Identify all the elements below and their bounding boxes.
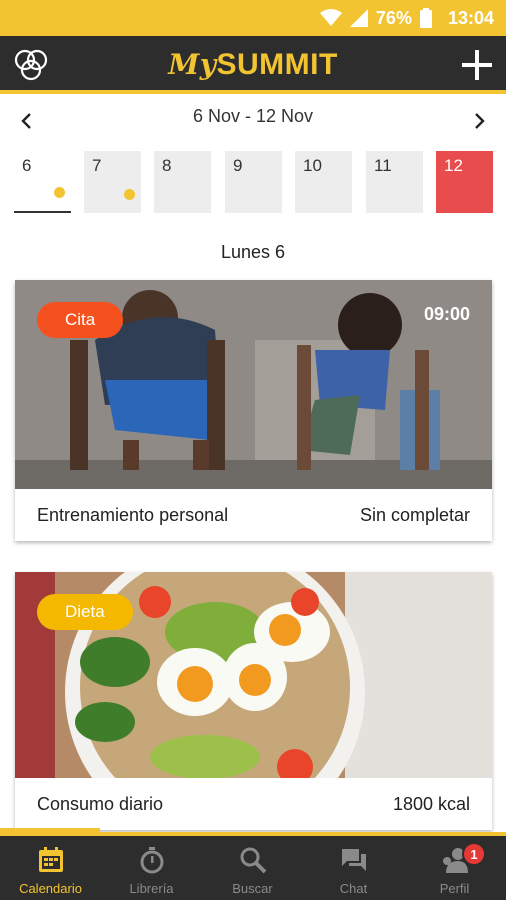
day-strip: 6 7 8 9 10 11 12 — [14, 151, 494, 215]
nav-item-chat[interactable]: Chat — [303, 836, 404, 900]
chat-icon — [341, 849, 366, 871]
nav-label: Librería — [129, 881, 174, 896]
diet-tag: Dieta — [37, 594, 133, 630]
day-cell-6[interactable]: 6 — [14, 151, 71, 213]
wifi-icon — [319, 9, 342, 26]
day-number: 10 — [303, 156, 322, 175]
progress-indicator — [0, 828, 100, 832]
day-cell-11[interactable]: 11 — [366, 151, 423, 213]
nav-item-calendar[interactable]: Calendario — [0, 836, 101, 900]
appointment-card[interactable]: Cita 09:00 Entrenamiento personal Sin co… — [15, 280, 492, 541]
chevron-right-icon[interactable] — [468, 110, 490, 132]
add-icon[interactable] — [460, 48, 494, 82]
nav-label: Buscar — [232, 881, 273, 896]
week-range: 6 Nov - 12 Nov — [192, 106, 314, 126]
selected-day-title: Lunes 6 — [220, 242, 286, 262]
brand-name: SUMMIT — [216, 48, 338, 81]
event-dot — [124, 189, 135, 200]
day-cell-9[interactable]: 9 — [225, 151, 282, 213]
day-cell-7[interactable]: 7 — [84, 151, 141, 213]
appointment-title: Entrenamiento personal — [37, 504, 229, 525]
bottom-navigation: Calendario Librería Buscar Chat 1 Perfil — [0, 828, 506, 900]
nav-item-search[interactable]: Buscar — [202, 836, 303, 900]
notification-badge: 1 — [462, 842, 486, 866]
nav-item-library[interactable]: Librería — [101, 836, 202, 900]
day-cell-8[interactable]: 8 — [154, 151, 211, 213]
nav-label: Perfil — [439, 881, 470, 896]
status-bar: 76% 13:04 — [0, 0, 506, 36]
nav-label: Calendario — [19, 881, 82, 896]
appointment-status: Sin completar — [359, 504, 470, 525]
day-cell-12[interactable]: 12 — [436, 151, 493, 213]
day-number: 8 — [162, 156, 172, 175]
stopwatch-icon — [140, 847, 163, 874]
card-footer: Entrenamiento personal Sin completar — [15, 489, 492, 541]
event-dot — [54, 187, 65, 198]
day-number: 9 — [233, 156, 243, 175]
diet-calories: 1800 kcal — [392, 793, 470, 814]
day-number: 11 — [374, 156, 392, 175]
brand-prefix: My — [168, 48, 217, 81]
day-number: 12 — [444, 156, 463, 175]
app-bar: MySUMMIT — [0, 36, 506, 94]
signal-icon — [349, 9, 368, 27]
appointment-time: 09:00 — [423, 304, 470, 324]
calendar-icon — [38, 847, 63, 872]
diet-card[interactable]: Dieta Consumo diario 1800 kcal — [15, 572, 492, 830]
nav-label: Chat — [339, 881, 368, 896]
search-icon — [240, 847, 266, 874]
nav-item-profile[interactable]: 1 Perfil — [404, 836, 505, 900]
brand-logo: MySUMMIT — [0, 48, 506, 82]
status-time: 13:04 — [447, 7, 494, 28]
day-cell-10[interactable]: 10 — [295, 151, 352, 213]
week-navigator: 6 Nov - 12 Nov — [0, 98, 506, 142]
battery-icon — [419, 8, 432, 28]
card-footer: Consumo diario 1800 kcal — [15, 778, 492, 830]
battery-percentage: 76% — [375, 7, 412, 28]
day-number: 7 — [92, 156, 102, 175]
appointment-tag: Cita — [37, 302, 124, 338]
diet-title: Consumo diario — [37, 793, 164, 814]
day-number: 6 — [22, 156, 32, 175]
